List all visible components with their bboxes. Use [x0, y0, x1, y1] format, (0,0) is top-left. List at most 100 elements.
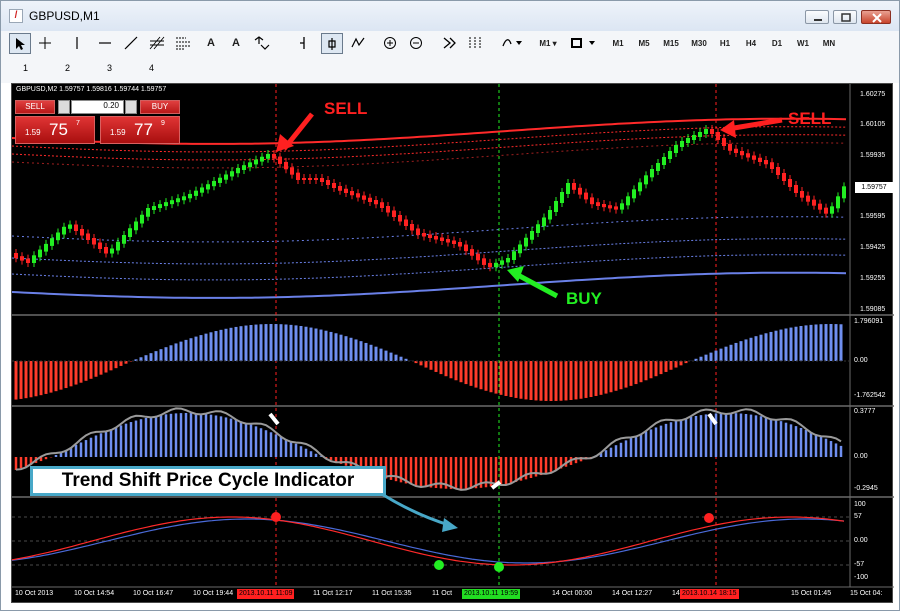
instrument-info: GBPUSD,M2 1.59757 1.59816 1.59744 1.5975…	[16, 86, 167, 93]
channel-button[interactable]	[173, 33, 193, 54]
text-label-button[interactable]: A	[226, 33, 246, 54]
close-button[interactable]	[861, 10, 891, 24]
horizontal-line-button[interactable]	[95, 33, 115, 54]
candle-body	[44, 243, 48, 252]
cursor-tool-button[interactable]	[9, 33, 31, 54]
buy-button[interactable]: BUY	[140, 100, 180, 114]
candle-body	[284, 161, 288, 170]
grid-button[interactable]	[465, 33, 485, 54]
zoom-out-icon	[410, 37, 422, 49]
indicators-dropdown-button[interactable]	[501, 33, 525, 54]
text-tool-button[interactable]: A	[201, 33, 221, 54]
candle-body	[572, 183, 576, 190]
tf-button-mn[interactable]: MN	[819, 33, 839, 54]
candle-body	[50, 238, 54, 246]
chart-canvas	[12, 84, 894, 588]
candle-body	[842, 186, 846, 199]
tf-label: MN	[822, 39, 836, 48]
vertical-line-icon	[76, 37, 78, 49]
buy-price-prefix: 1.59	[110, 128, 126, 137]
tf-button-h1[interactable]: H1	[715, 33, 735, 54]
vertical-line-button[interactable]	[67, 33, 87, 54]
candle-body	[212, 180, 216, 187]
candle-body	[116, 241, 120, 251]
candle-body	[224, 174, 228, 180]
candle-body	[176, 198, 180, 203]
fibonacci-button[interactable]	[147, 33, 167, 54]
minimize-button[interactable]	[805, 10, 829, 24]
tool-number: 1	[23, 63, 29, 73]
candle-body	[242, 165, 246, 170]
period-separator-button[interactable]	[293, 33, 313, 54]
tf-label: D1	[771, 39, 783, 48]
zoom-out-button[interactable]	[406, 33, 426, 54]
candle-body	[446, 239, 450, 243]
buy-price-button[interactable]: 1.59 77 9	[100, 116, 180, 144]
time-axis-label: 10 Oct 2013	[15, 590, 54, 597]
buy-dot	[494, 562, 504, 572]
candle-body	[698, 132, 702, 137]
lot-decrease-button[interactable]	[58, 100, 70, 114]
tf-button-m5[interactable]: M5	[634, 33, 654, 54]
tf-button-w1[interactable]: W1	[793, 33, 813, 54]
sell-button[interactable]: SELL	[15, 100, 55, 114]
lot-increase-button[interactable]	[125, 100, 137, 114]
title-bar[interactable]: / GBPUSD,M1	[1, 1, 899, 31]
candle-body	[776, 167, 780, 175]
candle-body	[128, 228, 132, 237]
tf-label: M15	[663, 39, 679, 48]
buy-arrow	[514, 271, 559, 299]
tf-button-d1[interactable]: D1	[767, 33, 787, 54]
chart-shift-button[interactable]	[439, 33, 459, 54]
candle-body	[752, 155, 756, 160]
arrows-button[interactable]	[253, 33, 273, 54]
osc3-axis-label: -100	[854, 574, 869, 581]
candle-body	[392, 210, 396, 217]
chart-type-dropdown[interactable]	[567, 33, 601, 54]
candle-body	[386, 206, 390, 213]
period-dropdown[interactable]: M1 ▾	[533, 33, 563, 54]
osc3-axis-label: 100	[854, 501, 866, 508]
tf-label: H1	[719, 39, 731, 48]
candle-body	[152, 206, 156, 210]
candle-body	[350, 191, 354, 196]
price-axis-label: 1.59935	[860, 152, 886, 159]
candle-body	[344, 188, 348, 193]
candle-body	[764, 160, 768, 165]
trendline-button[interactable]	[121, 33, 141, 54]
candle-body	[278, 156, 282, 164]
tool-number: 3	[107, 63, 113, 73]
time-highlight-sell: 2013.10.14 18:15	[680, 589, 739, 599]
candle-body	[314, 178, 318, 180]
lot-size-input[interactable]: 0.20	[71, 100, 124, 114]
zoom-in-button[interactable]	[380, 33, 400, 54]
tf-button-m15[interactable]: M15	[660, 33, 682, 54]
candle-body	[422, 233, 426, 237]
time-axis-label: 15 Oct 01:45	[791, 590, 832, 597]
chart-area[interactable]: GBPUSD,M2 1.59757 1.59816 1.59744 1.5975…	[11, 83, 894, 603]
price-axis-label: 1.59255	[860, 275, 886, 282]
tf-button-h4[interactable]: H4	[741, 33, 761, 54]
tf-button-m1[interactable]: M1	[608, 33, 628, 54]
auto-scroll-button[interactable]	[321, 33, 343, 54]
candle-body	[494, 262, 498, 268]
candle-body	[62, 226, 66, 235]
sell-price-button[interactable]: 1.59 75 7	[15, 116, 95, 144]
crosshair-tool-button[interactable]	[35, 33, 55, 54]
cycle-marker	[268, 412, 280, 426]
lower-envelope-band	[12, 238, 847, 265]
candle-body	[32, 255, 36, 263]
time-axis-label: 10 Oct 14:54	[74, 590, 115, 597]
candle-body	[500, 260, 504, 265]
candle-body	[536, 224, 540, 233]
one-click-trading-panel: SELL 0.20 BUY 1.59 75 7 1.59 77 9	[15, 100, 180, 144]
tf-button-m30[interactable]: M30	[688, 33, 710, 54]
candle-body	[686, 138, 690, 143]
indicator-button[interactable]	[348, 33, 368, 54]
sell-arrow	[727, 117, 783, 132]
candle-body	[374, 200, 378, 205]
maximize-button[interactable]	[833, 10, 857, 24]
candle-body	[368, 197, 372, 202]
osc3-axis-label: -57	[854, 561, 865, 568]
candle-body	[824, 207, 828, 214]
